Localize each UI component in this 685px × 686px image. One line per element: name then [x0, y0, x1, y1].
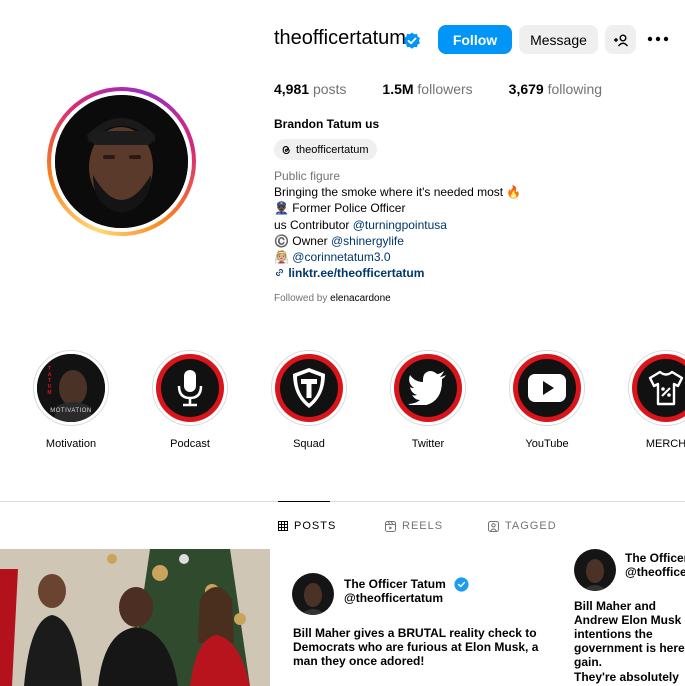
microphone-icon — [177, 370, 203, 407]
grid-icon — [278, 521, 288, 531]
motivation-cover: TATUM MOTIVATION — [37, 354, 105, 422]
followers-link[interactable]: 1.5M followers — [382, 81, 472, 97]
follow-button[interactable]: Follow — [438, 25, 512, 54]
highlight-label: Twitter — [411, 438, 445, 450]
add-user-icon — [613, 34, 628, 46]
tweet-avatar — [574, 549, 616, 591]
highlight-podcast[interactable]: Podcast — [150, 350, 230, 450]
twitter-bird-icon — [408, 371, 446, 405]
profile-full-name: Brandon Tatum us — [274, 117, 380, 131]
message-button[interactable]: Message — [519, 25, 598, 54]
post-thumbnail-tweet[interactable]: The Officer Tatum @theofficertatum Bill … — [556, 549, 685, 686]
highlight-label: Motivation — [45, 438, 97, 450]
bio-line: us Contributor @turningpointusa — [274, 217, 447, 232]
tweet-author-name: The Officer Tatum — [625, 551, 685, 565]
highlight-label: Podcast — [170, 438, 210, 450]
profile-bio: Public figure Bringing the smoke where i… — [274, 168, 574, 281]
highlight-merch[interactable]: MERCH — [626, 350, 685, 450]
highlight-youtube[interactable]: YouTube — [507, 350, 587, 450]
highlight-motivation[interactable]: TATUM MOTIVATION Motivation — [31, 350, 111, 450]
profile-username: theofficertatum — [274, 27, 406, 49]
following-link[interactable]: 3,679 following — [509, 81, 602, 97]
tagged-user-icon — [488, 520, 499, 532]
followed-by[interactable]: Followed by elenacardone — [274, 293, 391, 304]
verified-badge-icon — [454, 577, 469, 592]
tweet-author-name: The Officer Tatum — [344, 577, 446, 591]
tweet-author-handle: @theofficertatum — [625, 565, 685, 579]
highlight-squad[interactable]: Squad — [269, 350, 349, 450]
suggest-user-button[interactable] — [605, 25, 636, 54]
shinergylife-link[interactable]: @shinergylife — [331, 234, 404, 248]
highlight-label: YouTube — [525, 438, 569, 450]
tab-posts[interactable]: POSTS — [278, 520, 336, 532]
tweet-avatar — [292, 573, 334, 615]
active-tab-indicator — [278, 501, 330, 502]
verified-badge-icon — [404, 32, 420, 49]
tweet-text-continued: They're absolutely — [574, 670, 679, 684]
shirt-tag-icon — [648, 370, 684, 406]
motivation-bottom-text: MOTIVATION — [50, 408, 92, 414]
link-icon — [276, 269, 283, 277]
threads-icon — [282, 145, 290, 154]
tabs-divider — [0, 501, 685, 502]
tweet-text: Bill Maher gives a BRUTAL reality check … — [293, 626, 539, 668]
profile-avatar[interactable] — [47, 87, 196, 236]
highlight-twitter[interactable]: Twitter — [388, 350, 468, 450]
bio-line: ©️ Owner @shinergylife — [274, 233, 404, 248]
reels-icon — [385, 520, 396, 532]
shield-t-icon — [293, 368, 325, 408]
tab-tagged[interactable]: TAGGED — [488, 520, 557, 532]
profile-category: Public figure — [274, 169, 341, 183]
post-thumbnail-family-photo[interactable] — [0, 549, 270, 686]
avatar — [55, 95, 188, 228]
youtube-play-icon — [528, 374, 566, 402]
turningpointusa-link[interactable]: @turningpointusa — [353, 218, 447, 232]
threads-badge[interactable]: theofficertatum — [274, 139, 377, 160]
bio-line: Bringing the smoke where it's needed mos… — [274, 185, 522, 200]
highlight-label: MERCH — [645, 438, 685, 450]
tab-reels[interactable]: REELS — [385, 520, 443, 532]
corinnetatum-link[interactable]: @corinnetatum3.0 — [292, 250, 390, 264]
tweet-text: Bill Maher and Andrew Elon Musk intentio… — [574, 599, 685, 669]
highlight-label: Squad — [293, 438, 325, 450]
bio-line: 👮🏿‍♂️ Former Police Officer — [274, 201, 406, 216]
bio-line: 👰🏼 @corinnetatum3.0 — [274, 250, 391, 265]
bio-url[interactable]: linktr.ee/theofficertatum — [274, 265, 574, 281]
motivation-side-text: TATUM — [47, 366, 52, 396]
more-options-icon[interactable] — [647, 33, 669, 45]
tweet-author-handle: @theofficertatum — [344, 591, 444, 605]
post-thumbnail-tweet[interactable]: The Officer Tatum @theofficertatum Bill … — [278, 549, 548, 686]
posts-count: 4,981 posts — [274, 81, 347, 97]
profile-stats: 4,981 posts 1.5M followers 3,679 followi… — [274, 81, 638, 97]
